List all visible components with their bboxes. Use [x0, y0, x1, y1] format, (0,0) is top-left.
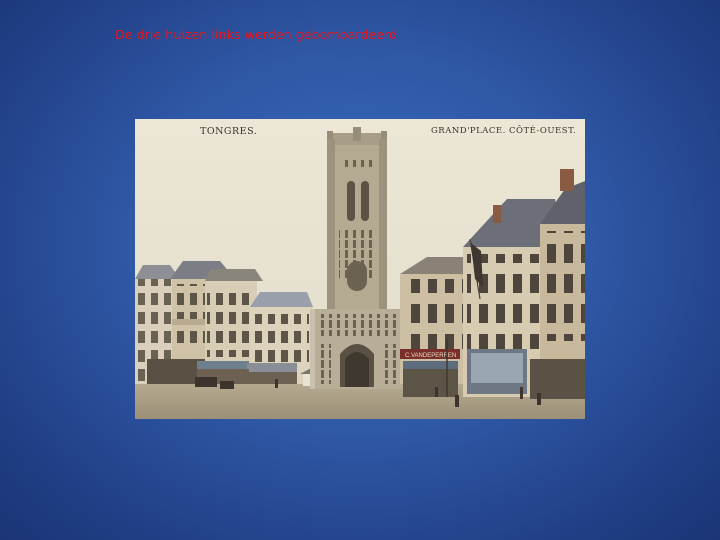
- postcard-illustration: C.VANDEPERREN: [135, 119, 585, 419]
- postcard-photo: C.VANDEPERREN TONGRES. GRAND'PLACE. CÔTÉ…: [135, 119, 585, 419]
- postcard-title-right: GRAND'PLACE. CÔTÉ-OUEST.: [431, 126, 577, 136]
- postcard-title-left: TONGRES.: [200, 126, 258, 137]
- shop-sign: C.VANDEPERREN: [405, 353, 456, 359]
- slide-caption: De drie huizen links werden gebombardeer…: [115, 27, 398, 42]
